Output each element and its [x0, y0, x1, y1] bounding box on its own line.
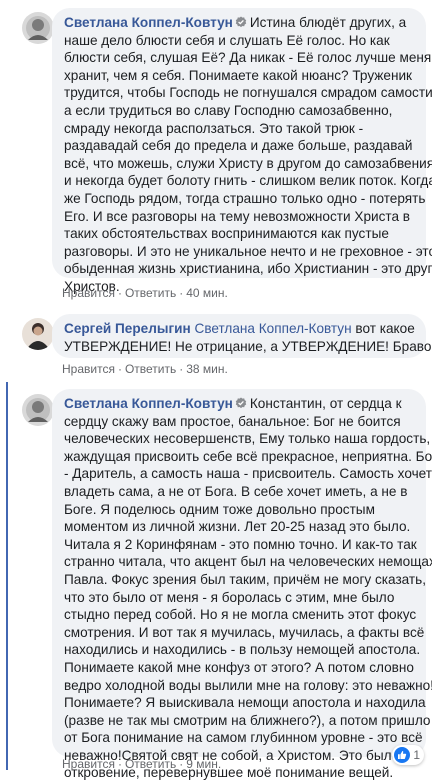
- comment-actions: Нравится · Ответить · 38 мин.: [62, 362, 228, 376]
- verified-badge-icon: [235, 16, 247, 28]
- avatar[interactable]: [22, 12, 54, 44]
- comment-text: хранит, чем я себя. Понимаете какой нюан…: [64, 67, 412, 83]
- comment-author[interactable]: Светлана Коппел-Ковтун: [64, 15, 233, 30]
- comment-text: ведро холодной воды вылили мне на голову…: [64, 677, 432, 693]
- like-link[interactable]: Нравится: [62, 286, 115, 300]
- comment-text: смотрения. И вот так я мучилась, мучилас…: [64, 624, 425, 640]
- comment-text: Истина блюдёт других, а: [249, 15, 407, 30]
- mention-link[interactable]: Светлана Коппел-Ковтун: [195, 321, 352, 336]
- comment-text: стыдно перед собой. Но я не могла сменит…: [64, 607, 417, 623]
- comment-actions: Нравится · Ответить · 40 мин.: [62, 286, 228, 300]
- thumbs-up-icon: [394, 747, 411, 763]
- comment-text: владеть сама, а не от Бога. В себе хочет…: [64, 483, 408, 499]
- comment-author[interactable]: Светлана Коппел-Ковтун: [64, 396, 233, 411]
- like-link[interactable]: Нравится: [62, 362, 115, 376]
- avatar[interactable]: [22, 318, 54, 350]
- comment-text: обыденная жизнь христианина, ибо Христиа…: [64, 261, 432, 277]
- comment-text: смраду некогда расползаться. Это такой т…: [64, 120, 364, 136]
- comment-text: находились и находились - в пользу немощ…: [64, 642, 421, 658]
- comment-text: что это было от меня - я боролась с этим…: [64, 589, 395, 605]
- thread-highlight-line: [6, 382, 8, 770]
- reply-link[interactable]: Ответить: [125, 757, 176, 771]
- comment-text: Читала я 2 Коринфянам - это помню точно.…: [64, 536, 417, 552]
- avatar[interactable]: [22, 394, 54, 426]
- comment-text: наше дело блюсти себя и слушать Её голос…: [64, 32, 390, 48]
- comment-text: всё, что можешь, служи Христу в другом д…: [64, 155, 432, 171]
- comment-text: раздавадай себя до предела и даже больше…: [64, 138, 413, 154]
- comment-text: Понимаете? Я выискивала немощи апостола …: [64, 695, 426, 711]
- comment-actions: Нравится · Ответить · 9 мин.: [62, 757, 222, 771]
- verified-badge-icon: [235, 397, 247, 409]
- comment-time[interactable]: 38 мин.: [186, 362, 228, 376]
- comment-bubble: Светлана Коппел-Ковтун Истина блюдёт друг…: [52, 8, 432, 294]
- comment-text: - Даритель, а самость наша - присвоитель…: [64, 466, 432, 482]
- comment-text: Константин, от сердца к: [249, 396, 402, 411]
- comment-text: Боге. Я поделюсь одним тоже довольно про…: [64, 501, 375, 517]
- comment-time[interactable]: 9 мин.: [186, 757, 221, 771]
- comment-text: жаждущая присвоить себе всё прекрасное, …: [64, 448, 432, 464]
- comment-author[interactable]: Сергей Перелыгин: [64, 321, 191, 336]
- comment-text: странно читала, что акцент был на челове…: [64, 554, 432, 570]
- comment-time[interactable]: 40 мин.: [186, 286, 228, 300]
- reaction-count: 1: [413, 748, 420, 762]
- comment-text: трудится, чтобы Господь не погнушался см…: [64, 85, 432, 101]
- comment-text: и некогда будет болоту гнить - слишком в…: [64, 173, 432, 189]
- comment-text: (разве не так мы смотрим на ближнего?), …: [64, 712, 431, 728]
- comment-text: моментом из личной жизни. Лет 20-25 наза…: [64, 519, 411, 535]
- comment-text: человеческих несовершенств, Ему только н…: [64, 431, 431, 447]
- comment-text: вот какое: [355, 321, 415, 336]
- comment-text: сердцу скажу вам простое, банальное: Бог…: [64, 413, 401, 429]
- comment-text: УТВЕРЖДЕНИЕ! Не отрицание, а УТВЕРЖДЕНИЕ…: [64, 338, 432, 354]
- like-link[interactable]: Нравится: [62, 757, 115, 771]
- reply-link[interactable]: Ответить: [125, 286, 176, 300]
- comment-text: разговоры. И это не уникальное нечто и н…: [64, 243, 432, 259]
- comment-bubble: Сергей Перелыгин Светлана Коппел-Ковтун …: [52, 314, 432, 358]
- comment-text: Павла. Фокус зрения был таким, причём не…: [64, 571, 427, 587]
- comment-text: а если трудиться во славу Господню самоз…: [64, 102, 393, 118]
- comment-text: от Бога понимание на самом глубинном уро…: [64, 730, 423, 746]
- reply-link[interactable]: Ответить: [125, 362, 176, 376]
- comment-text: Его. И все разговоры на тему невозможнос…: [64, 208, 411, 224]
- comment-text: блюсти себя, слушая Её? Да никак - Её го…: [64, 50, 432, 66]
- reaction-badge[interactable]: 1: [392, 745, 424, 765]
- comment-bubble: Светлана Коппел-Ковтун Константин, от сер…: [52, 389, 432, 780]
- comment-text: таких обстоятельствах воспринимаются как…: [64, 226, 389, 242]
- comment-text: же Господь рядом, тогда страшно только о…: [64, 190, 426, 206]
- comment-text: Понимаете какой мне конфуз от этого? А п…: [64, 659, 414, 675]
